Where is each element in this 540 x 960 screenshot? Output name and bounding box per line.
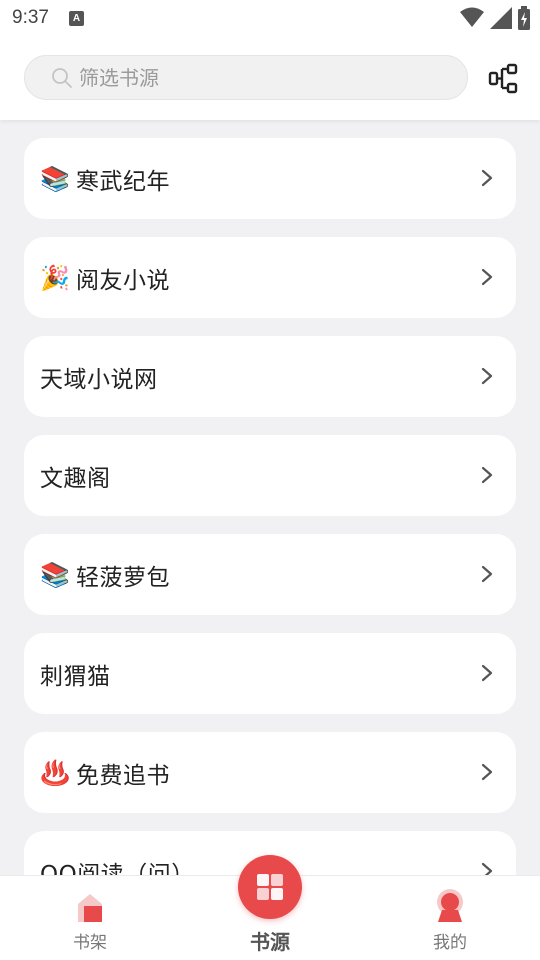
tab-bookshelf[interactable]: 书架 [30,876,150,960]
books-emoji-icon: 📚 [40,164,70,193]
source-label: QQ阅读（问） [40,861,195,876]
flow-diagram-icon[interactable] [487,62,521,96]
source-item[interactable]: 刺猬猫 [24,633,516,714]
search-icon [52,67,72,88]
chevron-right-icon [481,367,493,385]
tab-label: 书架 [73,933,107,953]
source-item[interactable]: 天域小说网 [24,336,516,417]
top-header [0,36,540,120]
books-emoji-icon: 📚 [40,560,70,589]
chevron-right-icon [481,664,493,682]
book-source-icon [257,874,283,900]
tab-profile[interactable]: 我的 [390,876,510,960]
book-source-fab[interactable] [238,855,302,919]
chevron-right-icon [481,268,493,286]
source-label: 天域小说网 [40,366,158,393]
battery-charging-icon [518,6,530,30]
chevron-right-icon [481,565,493,583]
search-box[interactable] [24,55,468,100]
tab-label: 书源 [250,930,290,954]
source-list: 📚 寒武纪年 🎉 阅友小说 天域小说网 文趣阁 📚 轻菠萝包 刺猬猫 ♨️ 免费… [0,120,540,875]
source-item[interactable]: ♨️ 免费追书 [24,732,516,813]
bookshelf-icon [78,894,102,922]
source-label: 文趣阁 [40,465,111,492]
search-input[interactable] [79,65,439,90]
source-item[interactable]: 🎉 阅友小说 [24,237,516,318]
status-bar: 9:37 A [0,0,540,36]
source-item[interactable]: 文趣阁 [24,435,516,516]
status-time: 9:37 [12,7,49,28]
profile-badge-icon [437,889,463,922]
wifi-icon [460,7,484,27]
source-item[interactable]: 📚 轻菠萝包 [24,534,516,615]
source-label: 寒武纪年 [76,168,170,195]
notification-a-icon: A [68,10,84,26]
source-label: 轻菠萝包 [76,564,170,591]
source-label: 免费追书 [76,762,170,789]
chevron-right-icon [481,862,493,875]
signal-icon [490,7,512,29]
source-label: 刺猬猫 [40,663,111,690]
tab-label: 我的 [433,933,467,953]
source-label: 阅友小说 [76,267,170,294]
chevron-right-icon [481,169,493,187]
source-item[interactable]: 📚 寒武纪年 [24,138,516,219]
chevron-right-icon [481,466,493,484]
chevron-right-icon [481,763,493,781]
party-popper-emoji-icon: 🎉 [40,263,70,292]
hot-springs-emoji-icon: ♨️ [40,758,70,787]
